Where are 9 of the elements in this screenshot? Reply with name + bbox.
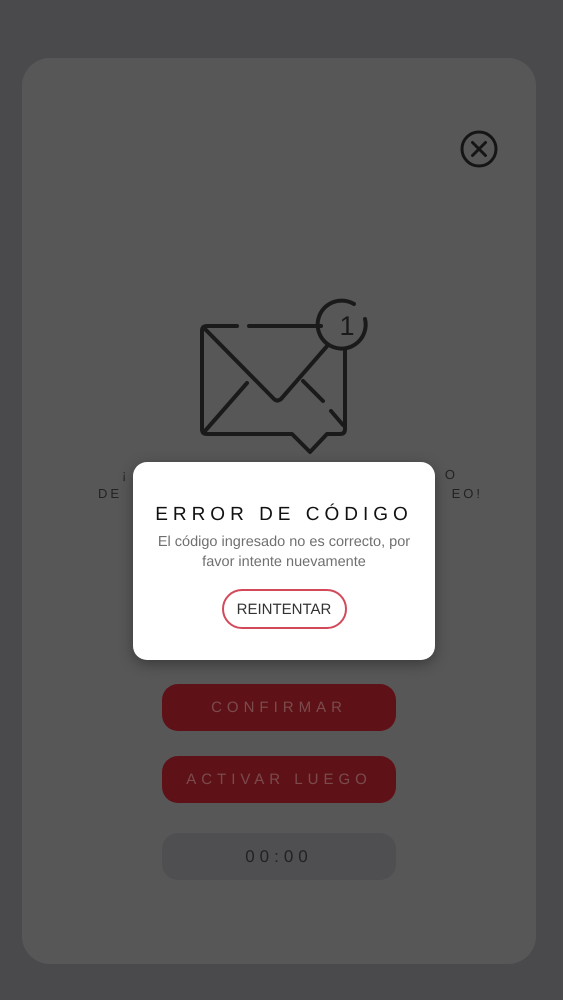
dialog-title: ERROR DE CÓDIGO	[155, 504, 413, 526]
notification-count: 1	[339, 311, 355, 341]
retry-button[interactable]: REINTENTAR	[222, 589, 346, 629]
action-button[interactable]: ACTIVAR LUEGO	[162, 756, 396, 803]
close-icon[interactable]	[460, 130, 498, 168]
message-text: ¡	[122, 467, 130, 482]
dialog-message: El código ingresado no es correcto, por favor intente nuevamente	[156, 533, 412, 572]
action-button[interactable]: CONFIRMAR	[162, 684, 396, 731]
mail-icon	[200, 298, 368, 454]
